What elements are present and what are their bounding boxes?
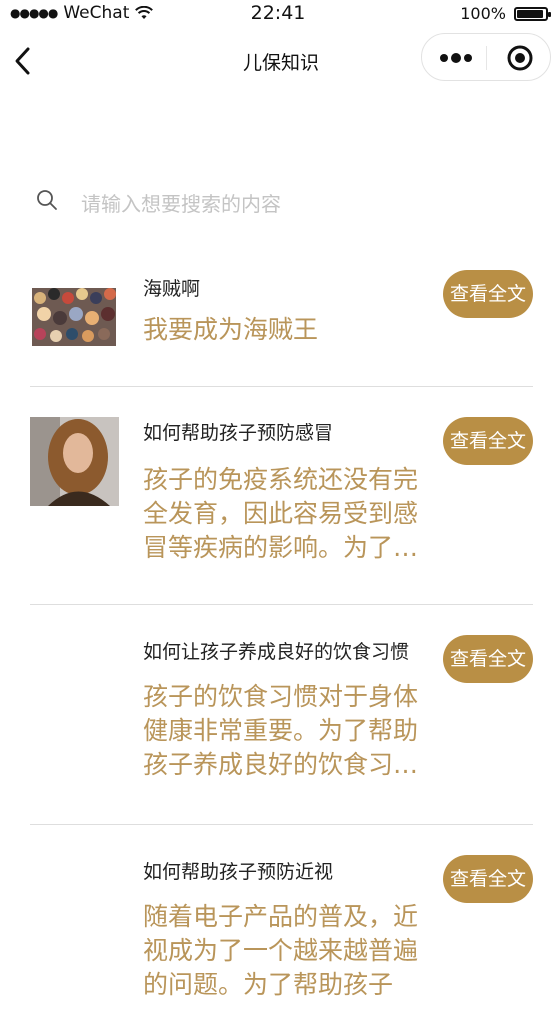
mini-program-capsule — [421, 33, 551, 81]
article-title: 如何帮助孩子预防近视 — [143, 861, 334, 883]
status-right: 100% — [460, 4, 551, 23]
article-thumbnail — [30, 417, 119, 506]
article-title: 海贼啊 — [143, 278, 201, 300]
article-thumbnail — [30, 274, 119, 363]
article-summary: 我要成为海贼王 — [143, 315, 319, 344]
article-title: 如何让孩子养成良好的饮食习惯 — [143, 641, 410, 663]
search-icon — [37, 190, 57, 210]
article-summary: 随着电子产品的普及，近视成为了一个越来越普遍的问题。为了帮助孩子 — [143, 902, 419, 999]
battery-percent: 100% — [460, 4, 506, 23]
view-full-text-button[interactable]: 查看全文 — [443, 270, 533, 318]
nav-bar: 儿保知识 — [0, 30, 556, 90]
article-summary: 孩子的免疫系统还没有完全发育，因此容易受到感冒等疾病的影响。为了帮助孩子预防感冒… — [143, 465, 419, 562]
status-bar: ●●●●● WeChat 22:41 100% — [0, 0, 556, 28]
article-title: 如何帮助孩子预防感冒 — [143, 422, 334, 444]
search-bar[interactable]: 请输入想要搜索的内容 — [30, 180, 530, 224]
list-item[interactable]: 海贼啊 我要成为海贼王 查看全文 — [30, 250, 533, 387]
battery-icon — [514, 6, 551, 21]
article-list: 海贼啊 我要成为海贼王 查看全文 如何帮助孩子预防感冒 孩子的免疫系统还没有完全… — [30, 250, 533, 1025]
search-input[interactable]: 请输入想要搜索的内容 — [81, 188, 281, 217]
target-icon[interactable] — [506, 44, 534, 72]
list-item[interactable]: 如何帮助孩子预防感冒 孩子的免疫系统还没有完全发育，因此容易受到感冒等疾病的影响… — [30, 387, 533, 605]
list-item[interactable]: 如何帮助孩子预防近视 随着电子产品的普及，近视成为了一个越来越普遍的问题。为了帮… — [30, 825, 533, 1025]
view-full-text-button[interactable]: 查看全文 — [443, 635, 533, 683]
battery-fill — [517, 9, 543, 18]
capsule-divider — [486, 46, 487, 70]
more-dots-icon[interactable] — [436, 48, 476, 68]
article-summary: 孩子的饮食习惯对于身体健康非常重要。为了帮助孩子养成良好的饮食习惯，家长需要注意… — [143, 682, 419, 779]
view-full-text-button[interactable]: 查看全文 — [443, 855, 533, 903]
view-full-text-button[interactable]: 查看全文 — [443, 417, 533, 465]
list-item[interactable]: 如何让孩子养成良好的饮食习惯 孩子的饮食习惯对于身体健康非常重要。为了帮助孩子养… — [30, 605, 533, 825]
